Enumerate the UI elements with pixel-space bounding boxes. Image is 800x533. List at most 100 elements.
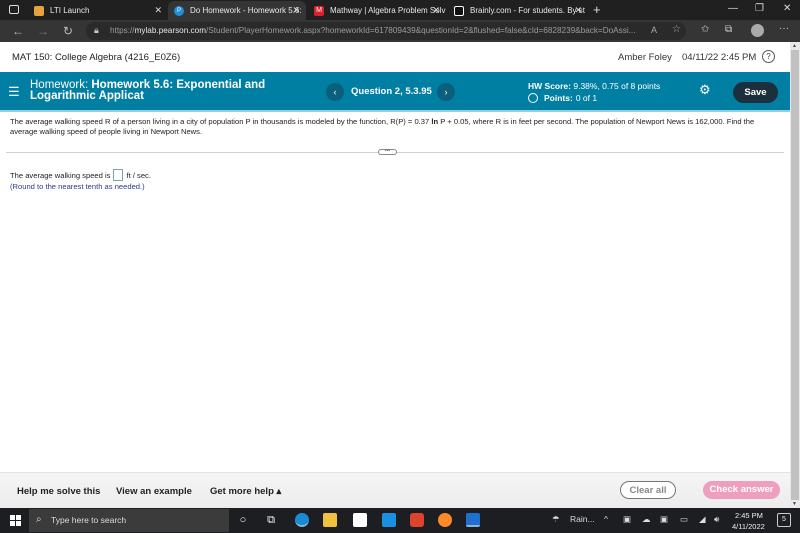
- mail-icon[interactable]: [382, 513, 396, 527]
- save-button[interactable]: Save: [733, 82, 778, 103]
- hw-score-label: HW Score:: [528, 81, 571, 91]
- wifi-icon[interactable]: ◢: [699, 514, 706, 525]
- pearson-favicon-icon: P: [174, 5, 184, 16]
- get-more-help-button[interactable]: Get more help ▴: [210, 486, 281, 497]
- scroll-thumb[interactable]: [791, 50, 799, 500]
- new-tab-button[interactable]: +: [593, 2, 601, 17]
- weather-icon[interactable]: ☂: [552, 514, 560, 525]
- collections-icon[interactable]: ⧉: [725, 24, 732, 35]
- close-tab-icon[interactable]: ✕: [432, 5, 440, 16]
- course-bar: MAT 150: College Algebra (4216_E0Z6) Amb…: [0, 42, 790, 72]
- points-status-icon: [528, 93, 538, 103]
- edge-icon[interactable]: [295, 513, 309, 527]
- meet-now-icon[interactable]: ▣: [623, 514, 631, 525]
- favorite-add-icon[interactable]: ☆: [672, 24, 681, 35]
- help-me-solve-button[interactable]: Help me solve this: [17, 486, 100, 497]
- clear-all-button[interactable]: Clear all: [620, 481, 676, 499]
- tab-title: Brainly.com - For students. By st: [470, 6, 585, 15]
- show-hidden-icons[interactable]: ^: [604, 514, 608, 524]
- tab-do-homework[interactable]: P Do Homework - Homework 5.6: ✕: [168, 1, 306, 20]
- office-icon[interactable]: [410, 513, 424, 527]
- scroll-up-icon[interactable]: ▲: [792, 43, 797, 49]
- next-question-button[interactable]: ›: [437, 83, 455, 101]
- lock-icon[interactable]: 🔒︎: [94, 25, 99, 36]
- hw-score-value: 9.38%, 0.75 of 8 points: [573, 81, 661, 91]
- datetime: 04/11/22 2:45 PM: [682, 52, 757, 63]
- tab-actions-icon[interactable]: [9, 5, 19, 14]
- tab-brainly[interactable]: Brainly.com - For students. By st ✕: [448, 1, 588, 20]
- course-title: MAT 150: College Algebra (4216_E0Z6): [12, 52, 181, 63]
- windows-taskbar: Type here to search ⌕ ○ ⧉ ☂ Rain... ^ ▣ …: [0, 508, 800, 533]
- clock-time[interactable]: 2:45 PM: [735, 511, 763, 520]
- mathway-favicon-icon: M: [314, 5, 324, 16]
- rounding-hint: (Round to the nearest tenth as needed.): [10, 182, 145, 191]
- search-icon: ⌕: [36, 514, 42, 525]
- more-menu-icon[interactable]: ···: [779, 23, 789, 34]
- notifications-icon[interactable]: 5: [777, 513, 791, 527]
- question-label: Question 2, 5.3.95: [351, 86, 432, 97]
- homework-title: Homework: Homework 5.6: Exponential and …: [30, 79, 310, 102]
- view-example-button[interactable]: View an example: [116, 486, 192, 497]
- clock-date[interactable]: 4/11/2022: [732, 522, 765, 531]
- battery-icon[interactable]: ▭: [680, 514, 688, 525]
- favorites-icon[interactable]: ✩: [701, 24, 709, 35]
- volume-icon[interactable]: 🔊︎: [714, 514, 719, 525]
- points-row: Points: 0 of 1: [528, 93, 597, 103]
- profile-avatar[interactable]: [751, 24, 764, 37]
- cortana-icon[interactable]: ○: [236, 513, 250, 527]
- tab-mathway[interactable]: M Mathway | Algebra Problem Solv ✕: [308, 1, 446, 20]
- help-icon[interactable]: ?: [762, 50, 775, 63]
- read-aloud-icon[interactable]: A: [651, 25, 657, 35]
- points-value: 0 of 1: [575, 93, 598, 103]
- restore-icon[interactable]: ❐: [755, 3, 764, 14]
- page-scrollbar[interactable]: ▲ ▼: [790, 42, 800, 508]
- task-view-icon[interactable]: ⧉: [264, 513, 278, 527]
- page-content: MAT 150: College Algebra (4216_E0Z6) Amb…: [0, 42, 790, 508]
- homework-header: ☰ Homework: Homework 5.6: Exponential an…: [0, 72, 790, 112]
- weather-label[interactable]: Rain...: [570, 514, 595, 524]
- user-name: Amber Foley: [618, 52, 672, 63]
- hw-score: HW Score: 9.38%, 0.75 of 8 points: [528, 81, 660, 91]
- answer-row: The average walking speed is ft / sec.: [10, 169, 151, 181]
- security-icon[interactable]: ▣: [660, 514, 668, 525]
- previous-question-button[interactable]: ‹: [326, 83, 344, 101]
- close-tab-icon[interactable]: ✕: [154, 5, 162, 16]
- answer-prefix: The average walking speed is: [10, 170, 111, 180]
- onedrive-icon[interactable]: ☁: [642, 514, 651, 525]
- tab-title: Do Homework - Homework 5.6:: [190, 6, 302, 15]
- tab-lti-launch[interactable]: LTI Launch ✕: [28, 1, 168, 20]
- answer-unit: ft / sec.: [126, 170, 151, 180]
- lti-favicon-icon: [34, 5, 44, 16]
- question-text: The average walking speed R of a person …: [10, 117, 770, 136]
- firefox-icon[interactable]: [438, 513, 452, 527]
- scroll-down-icon[interactable]: ▼: [792, 501, 797, 507]
- answer-input[interactable]: [113, 169, 124, 181]
- url-host: mylab.pearson.com: [134, 26, 207, 35]
- back-icon[interactable]: ←: [12, 24, 24, 38]
- minimize-icon[interactable]: —: [728, 3, 738, 14]
- gear-icon[interactable]: ⚙: [699, 82, 711, 98]
- check-answer-button[interactable]: Check answer: [703, 481, 780, 499]
- url-prefix: https://: [110, 26, 135, 35]
- windows-start-icon[interactable]: [10, 515, 21, 526]
- store-icon[interactable]: [353, 513, 367, 527]
- address-bar-row: ← → ↻ https://mylab.pearson.com/Student/…: [0, 20, 800, 42]
- question-text-before: The average walking speed R of a person …: [10, 117, 430, 126]
- close-tab-icon[interactable]: ✕: [574, 5, 582, 16]
- whiteboard-icon[interactable]: [466, 513, 480, 527]
- menu-icon[interactable]: ☰: [8, 84, 20, 100]
- url-input[interactable]: https://mylab.pearson.com/Student/Player…: [86, 22, 686, 40]
- ln-symbol: ln: [431, 117, 439, 126]
- divider-drag-handle[interactable]: •••: [378, 149, 397, 155]
- question-footer: Help me solve this View an example Get m…: [0, 472, 790, 508]
- url-path: /Student/PlayerHomework.aspx?homeworkId=…: [206, 26, 636, 35]
- tab-title: LTI Launch: [50, 6, 90, 15]
- file-explorer-icon[interactable]: [323, 513, 337, 527]
- close-tab-icon[interactable]: ✕: [292, 5, 300, 16]
- taskbar-search-input[interactable]: Type here to search: [29, 509, 229, 532]
- refresh-icon[interactable]: ↻: [63, 24, 73, 38]
- browser-tab-strip: LTI Launch ✕ P Do Homework - Homework 5.…: [0, 0, 800, 20]
- forward-icon[interactable]: →: [37, 24, 49, 38]
- points-label: Points:: [544, 93, 573, 103]
- close-window-icon[interactable]: ✕: [783, 3, 791, 14]
